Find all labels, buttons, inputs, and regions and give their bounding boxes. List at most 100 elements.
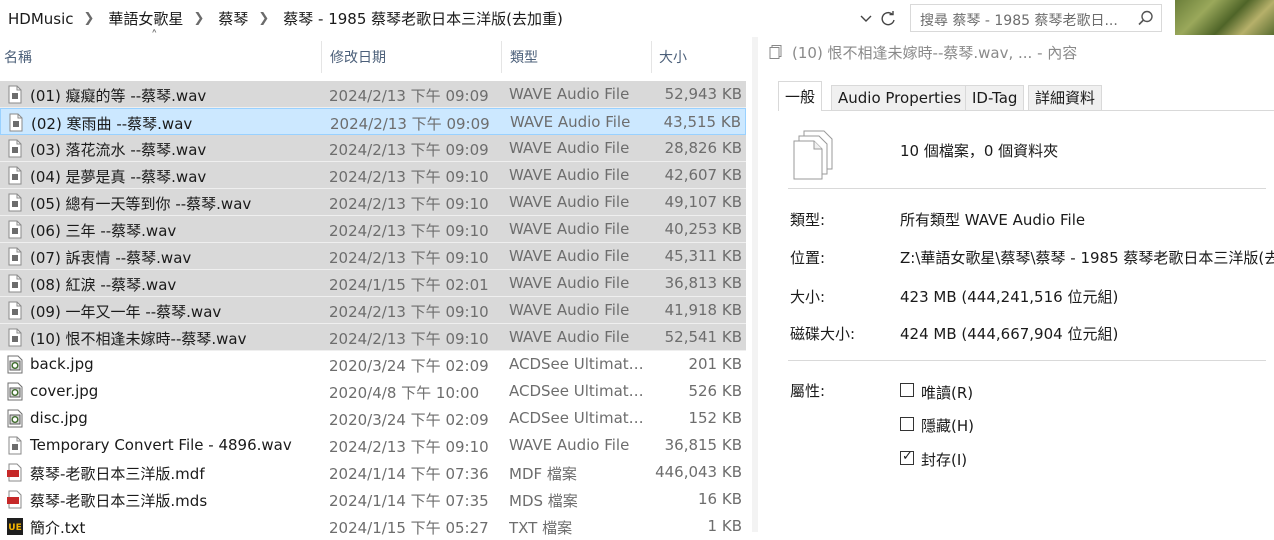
- search-placeholder[interactable]: 搜尋 蔡琴 - 1985 蔡琴老歌日...: [920, 10, 1118, 30]
- sort-ascending-icon: ˄: [151, 29, 158, 44]
- file-type: WAVE Audio File: [509, 166, 630, 184]
- file-size: 41,918 KB: [664, 301, 742, 319]
- file-name[interactable]: (06) 三年 --蔡琴.wav: [30, 220, 176, 241]
- file-name[interactable]: (05) 總有一天等到你 --蔡琴.wav: [30, 193, 251, 214]
- file-size: 446,043 KB: [655, 463, 742, 481]
- tab-id-tag[interactable]: ID-Tag: [965, 85, 1025, 110]
- column-header-size[interactable]: 大小: [659, 37, 687, 77]
- archive-checkbox[interactable]: ✓: [900, 449, 914, 465]
- readonly-label[interactable]: 唯讀(R): [921, 382, 973, 403]
- column-divider[interactable]: [651, 41, 652, 73]
- file-name[interactable]: (10) 恨不相逢未嫁時--蔡琴.wav: [30, 328, 247, 349]
- file-list[interactable]: ˄ 名稱 修改日期 類型 大小 (01) 癡癡的等 --蔡琴.wav 2024/2…: [0, 29, 752, 537]
- file-row[interactable]: 蔡琴-老歌日本三洋版.mdf 2024/1/14 下午 07:36 MDF 檔案 44…: [0, 459, 746, 486]
- file-date: 2024/1/15 下午 02:01: [329, 276, 489, 294]
- file-row[interactable]: Temporary Convert File - 4896.wav 2024/2/…: [0, 432, 746, 459]
- file-row[interactable]: cover.jpg 2020/4/8 下午 10:00 ACDSee Ultimat…: [0, 378, 746, 405]
- file-name[interactable]: 蔡琴-老歌日本三洋版.mdf: [30, 463, 205, 484]
- file-name[interactable]: (02) 寒雨曲 --蔡琴.wav: [31, 113, 192, 134]
- file-name[interactable]: (04) 是夢是真 --蔡琴.wav: [30, 166, 206, 187]
- file-size: 49,107 KB: [664, 193, 742, 211]
- file-date: 2024/2/13 下午 09:09: [329, 141, 489, 159]
- file-name[interactable]: (07) 訴衷情 --蔡琴.wav: [30, 247, 191, 268]
- file-date: 2024/1/14 下午 07:35: [329, 492, 489, 510]
- file-name[interactable]: (03) 落花流水 --蔡琴.wav: [30, 139, 206, 160]
- file-name[interactable]: 簡介.txt: [30, 517, 85, 538]
- type-label: 類型:: [790, 211, 826, 229]
- breadcrumb-item[interactable]: HDMusic: [0, 10, 78, 28]
- details-tabs: 一般 Audio Properties ID-Tag 詳細資料: [778, 81, 1274, 111]
- file-date: 2024/1/14 下午 07:36: [329, 465, 489, 483]
- file-type: WAVE Audio File: [509, 139, 630, 157]
- file-row[interactable]: disc.jpg 2020/3/24 下午 02:09 ACDSee Ultimat…: [0, 405, 746, 432]
- file-row[interactable]: back.jpg 2020/3/24 下午 02:09 ACDSee Ultimat…: [0, 351, 746, 378]
- column-header: ˄ 名稱 修改日期 類型 大小: [0, 29, 752, 77]
- search-box[interactable]: 搜尋 蔡琴 - 1985 蔡琴老歌日...: [910, 4, 1162, 32]
- file-date: 2024/2/13 下午 09:10: [329, 438, 489, 456]
- file-row[interactable]: (05) 總有一天等到你 --蔡琴.wav 2024/2/13 下午 09:10 W…: [0, 189, 746, 216]
- file-size: 36,813 KB: [664, 274, 742, 292]
- column-divider[interactable]: [321, 41, 322, 73]
- wav-file-icon: [6, 301, 24, 320]
- file-date: 2024/1/15 下午 05:27: [329, 519, 489, 537]
- file-name[interactable]: 蔡琴-老歌日本三洋版.mds: [30, 490, 207, 511]
- tab-general[interactable]: 一般: [778, 81, 823, 111]
- jpg-file-icon: [6, 382, 24, 401]
- file-row[interactable]: (08) 紅淚 --蔡琴.wav 2024/1/15 下午 02:01 WAVE A…: [0, 270, 746, 297]
- wav-file-icon: [6, 247, 24, 266]
- file-date: 2024/2/13 下午 09:09: [329, 87, 489, 105]
- breadcrumb-separator-icon[interactable]: ❯: [78, 11, 101, 26]
- file-row[interactable]: (01) 癡癡的等 --蔡琴.wav 2024/2/13 下午 09:09 WAVE…: [0, 81, 746, 108]
- file-row[interactable]: (06) 三年 --蔡琴.wav 2024/2/13 下午 09:10 WAVE A…: [0, 216, 746, 243]
- address-bar[interactable]: HDMusic ❯ 華語女歌星 ❯ 蔡琴 ❯ 蔡琴 - 1985 蔡琴老歌日本三…: [0, 0, 1274, 38]
- file-row[interactable]: (03) 落花流水 --蔡琴.wav 2024/2/13 下午 09:09 WAVE…: [0, 135, 746, 162]
- file-row[interactable]: 蔡琴-老歌日本三洋版.mds 2024/1/14 下午 07:35 MDS 檔案 16…: [0, 486, 746, 513]
- breadcrumb-item[interactable]: 蔡琴: [210, 8, 252, 29]
- file-name[interactable]: disc.jpg: [30, 409, 88, 427]
- tab-audio-properties[interactable]: Audio Properties: [831, 85, 969, 110]
- column-header-date[interactable]: 修改日期: [330, 37, 386, 77]
- readonly-checkbox[interactable]: [900, 383, 914, 397]
- file-row[interactable]: (02) 寒雨曲 --蔡琴.wav 2024/2/13 下午 09:09 WAVE …: [0, 108, 746, 135]
- column-divider[interactable]: [501, 41, 502, 73]
- file-row[interactable]: (04) 是夢是真 --蔡琴.wav 2024/2/13 下午 09:10 WAVE…: [0, 162, 746, 189]
- file-row[interactable]: (10) 恨不相逢未嫁時--蔡琴.wav 2024/2/13 下午 09:10 WA…: [0, 324, 746, 351]
- file-date: 2024/2/13 下午 09:10: [329, 195, 489, 213]
- wav-file-icon: [6, 85, 24, 104]
- file-type: WAVE Audio File: [509, 85, 630, 103]
- file-name[interactable]: back.jpg: [30, 355, 94, 373]
- search-icon[interactable]: [1137, 9, 1155, 27]
- file-size: 43,515 KB: [663, 113, 741, 131]
- file-name[interactable]: Temporary Convert File - 4896.wav: [30, 436, 292, 454]
- file-row[interactable]: (09) 一年又一年 --蔡琴.wav 2024/2/13 下午 09:10 WAV…: [0, 297, 746, 324]
- file-name[interactable]: cover.jpg: [30, 382, 98, 400]
- wav-file-icon: [6, 328, 24, 347]
- breadcrumb-separator-icon[interactable]: ❯: [187, 11, 210, 26]
- wav-file-icon: [6, 220, 24, 239]
- file-name[interactable]: (09) 一年又一年 --蔡琴.wav: [30, 301, 221, 322]
- file-size: 201 KB: [688, 355, 742, 373]
- breadcrumb[interactable]: HDMusic ❯ 華語女歌星 ❯ 蔡琴 ❯ 蔡琴 - 1985 蔡琴老歌日本三…: [0, 0, 567, 37]
- file-type: TXT 檔案: [509, 519, 573, 537]
- file-size: 52,541 KB: [664, 328, 742, 346]
- archive-label[interactable]: 封存(I): [921, 449, 967, 470]
- hidden-label[interactable]: 隱藏(H): [921, 415, 974, 436]
- file-type: ACDSee Ultimate ...: [509, 355, 644, 373]
- hidden-checkbox[interactable]: [900, 417, 914, 431]
- breadcrumb-item[interactable]: 蔡琴 - 1985 蔡琴老歌日本三洋版(去加重): [275, 8, 567, 29]
- file-date: 2024/2/13 下午 09:10: [329, 168, 489, 186]
- tab-details[interactable]: 詳細資料: [1028, 85, 1103, 110]
- file-row[interactable]: (07) 訴衷情 --蔡琴.wav 2024/2/13 下午 09:10 WAVE …: [0, 243, 746, 270]
- wav-file-icon: [6, 436, 24, 455]
- file-name[interactable]: (01) 癡癡的等 --蔡琴.wav: [30, 85, 206, 106]
- breadcrumb-separator-icon[interactable]: ❯: [252, 11, 275, 26]
- refresh-icon[interactable]: [876, 6, 900, 32]
- chevron-down-icon[interactable]: [856, 8, 876, 30]
- file-type: WAVE Audio File: [509, 301, 630, 319]
- column-header-type[interactable]: 類型: [510, 37, 538, 77]
- column-header-name[interactable]: 名稱: [4, 37, 32, 77]
- breadcrumb-item[interactable]: 華語女歌星: [100, 8, 187, 29]
- file-size: 52,943 KB: [664, 85, 742, 103]
- file-row[interactable]: UE 簡介.txt 2024/1/15 下午 05:27 TXT 檔案 1 KB: [0, 513, 746, 540]
- file-name[interactable]: (08) 紅淚 --蔡琴.wav: [30, 274, 176, 295]
